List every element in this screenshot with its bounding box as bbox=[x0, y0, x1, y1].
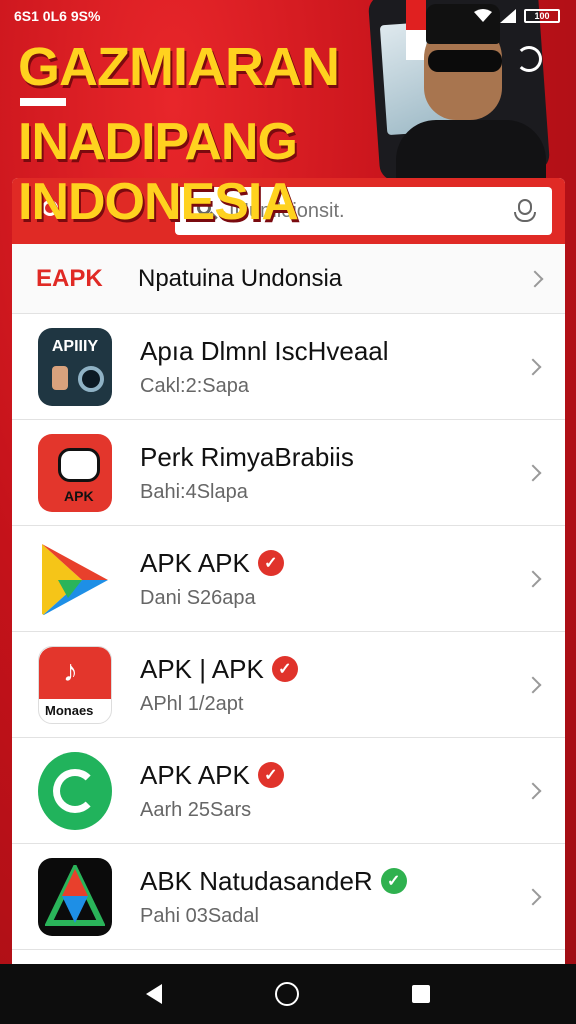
app-row[interactable]: APK Perk RimyaBrabiis Bahi:4Slapa bbox=[12, 420, 565, 526]
app-row[interactable]: ABK NatudasandeR ✓ Pahi 03Sadal bbox=[12, 844, 565, 950]
home-icon[interactable] bbox=[274, 982, 299, 1006]
verified-check-icon: ✓ bbox=[257, 762, 284, 788]
app-subtitle: Pahi 03Sadal bbox=[140, 904, 259, 927]
chevron-right-icon bbox=[524, 782, 542, 799]
navigation-bar bbox=[0, 964, 576, 1024]
app-row[interactable]: APK APK ✓ Dani S26apa bbox=[12, 526, 565, 632]
status-bar: 6S1 0L6 9S% 100 bbox=[0, 0, 576, 32]
app-icon: APIIIY bbox=[38, 327, 112, 406]
app-icon: APK bbox=[38, 433, 112, 512]
app-row[interactable]: APK APK ✓ Aarh 25Sars bbox=[12, 738, 565, 844]
sync-icon[interactable] bbox=[516, 46, 542, 72]
app-list-panel: EAPK Npatuina Undonsia APIIIY Apıa Dlmnl… bbox=[12, 178, 565, 964]
signal-icon bbox=[500, 9, 516, 23]
app-subtitle: Cakl:2:Sapa bbox=[140, 374, 249, 397]
chevron-right-icon bbox=[524, 676, 542, 693]
chevron-right-icon bbox=[526, 270, 544, 287]
sunglasses bbox=[428, 50, 502, 72]
app-subtitle: Aarh 25Sars bbox=[140, 798, 252, 821]
battery-icon: 100 bbox=[524, 9, 560, 23]
app-row[interactable]: ♪ Monaes APK | APK ✓ APhl 1/2apt bbox=[12, 632, 565, 738]
app-name: Apıa Dlmnl IscHveaal bbox=[140, 335, 389, 366]
category-row[interactable]: EAPK Npatuina Undonsia bbox=[12, 244, 565, 314]
chevron-right-icon bbox=[524, 464, 542, 481]
app-icon-label: Monaes bbox=[45, 702, 94, 718]
back-icon[interactable] bbox=[146, 984, 163, 1004]
app-icon bbox=[38, 751, 112, 830]
recent-apps-icon[interactable] bbox=[411, 985, 430, 1003]
app-icon-label: APK bbox=[64, 487, 94, 504]
app-icon-label: APIIIY bbox=[51, 337, 99, 355]
app-icon bbox=[38, 857, 112, 936]
app-name: APK APK bbox=[140, 547, 250, 578]
app-row[interactable]: APIIIY Apıa Dlmnl IscHveaal Cakl:2:Sapa bbox=[12, 314, 565, 420]
triangle-logo-icon bbox=[45, 864, 105, 926]
chevron-right-icon bbox=[524, 570, 542, 587]
verified-check-icon: ✓ bbox=[257, 550, 284, 576]
verified-check-icon: ✓ bbox=[380, 868, 407, 894]
headline-divider bbox=[20, 98, 66, 106]
status-icons: 100 bbox=[474, 9, 560, 23]
status-text: 6S1 0L6 9S% bbox=[14, 8, 101, 24]
chevron-right-icon bbox=[524, 358, 542, 375]
app-name: Perk RimyaBrabiis bbox=[140, 441, 354, 472]
category-title: Npatuina Undonsia bbox=[138, 264, 343, 292]
app-subtitle: Bahi:4Slapa bbox=[140, 480, 248, 503]
app-name: ABK NatudasandeR bbox=[140, 865, 373, 896]
app-name: APK APK bbox=[140, 759, 250, 790]
app-icon bbox=[38, 540, 112, 618]
app-subtitle: Dani S26apa bbox=[140, 586, 256, 609]
category-tag: EAPK bbox=[36, 264, 103, 292]
music-note-icon: ♪ bbox=[63, 654, 78, 688]
headline-line-1: GAZMIARAN bbox=[18, 37, 340, 97]
app-icon: ♪ Monaes bbox=[38, 645, 112, 724]
wifi-icon bbox=[474, 9, 492, 22]
app-name: APK | APK bbox=[140, 653, 264, 684]
chevron-right-icon bbox=[524, 888, 542, 905]
app-subtitle: APhl 1/2apt bbox=[140, 692, 244, 715]
headline-line-2: INADIPANG INDONESIA bbox=[18, 113, 299, 231]
verified-check-icon: ✓ bbox=[271, 656, 298, 682]
play-store-icon bbox=[42, 543, 108, 616]
